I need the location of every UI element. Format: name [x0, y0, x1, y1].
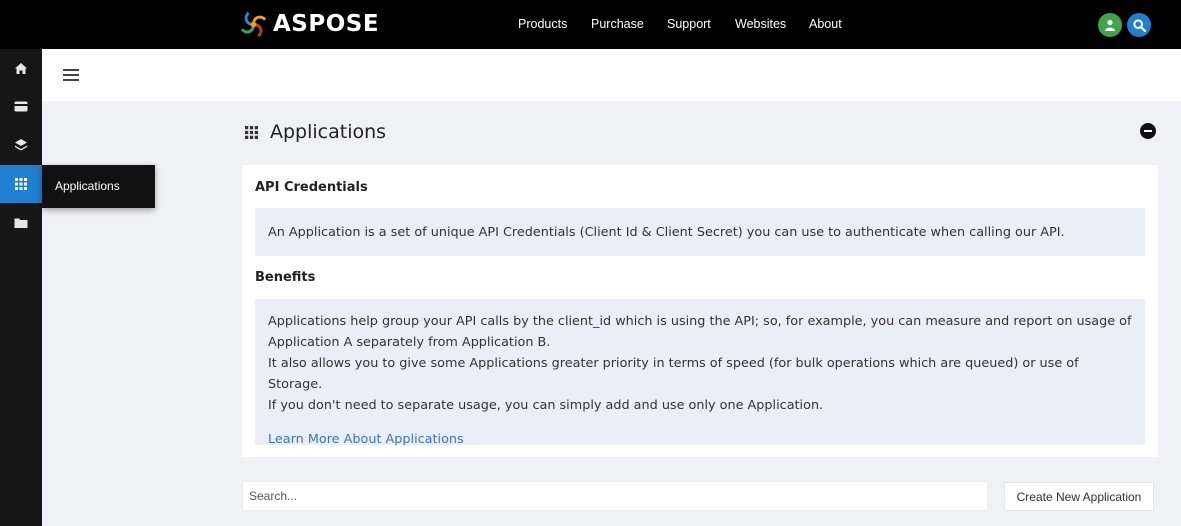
- benefits-line: If you don't need to separate usage, you…: [268, 398, 824, 413]
- benefits-heading: Benefits: [255, 270, 316, 285]
- collapse-minus-icon[interactable]: [1140, 123, 1156, 139]
- user-icon: [1105, 19, 1115, 31]
- nav-support[interactable]: Support: [667, 17, 711, 31]
- aspose-logo-icon: [240, 11, 267, 38]
- sidebar-item-billing[interactable]: [0, 87, 42, 125]
- credentials-info-box: An Application is a set of unique API Cr…: [255, 208, 1145, 256]
- nav-products[interactable]: Products: [518, 17, 567, 31]
- sidebar-item-layers[interactable]: [0, 126, 42, 164]
- nav-about[interactable]: About: [809, 17, 842, 31]
- grid-icon: [15, 178, 27, 190]
- sidebar-tooltip: Applications: [42, 165, 155, 208]
- page-heading: Applications: [245, 121, 386, 143]
- sidebar-item-files[interactable]: [0, 204, 42, 242]
- nav-websites[interactable]: Websites: [735, 17, 786, 31]
- credentials-heading: API Credentials: [255, 180, 368, 195]
- card-icon: [14, 101, 28, 111]
- credentials-text: An Application is a set of unique API Cr…: [268, 225, 1065, 240]
- learn-more-link[interactable]: Learn More About Applications: [268, 429, 464, 450]
- layers-icon: [15, 139, 27, 151]
- sidebar-item-home[interactable]: [0, 49, 42, 87]
- grid-icon: [245, 125, 258, 139]
- page-title: Applications: [270, 121, 387, 143]
- folder-icon: [14, 218, 28, 228]
- benefits-line: Applications help group your API calls b…: [268, 314, 1132, 350]
- user-button[interactable]: [1098, 13, 1122, 37]
- benefits-line: It also allows you to give some Applicat…: [268, 356, 1079, 392]
- benefits-info-box: Applications help group your API calls b…: [255, 299, 1145, 447]
- nav-purchase[interactable]: Purchase: [591, 17, 644, 31]
- search-icon: [1132, 18, 1146, 32]
- home-icon: [15, 62, 27, 74]
- top-navbar: ASPOSE Products Purchase Support Website…: [0, 0, 1181, 49]
- sub-header: [42, 49, 1181, 101]
- sidebar: [0, 49, 42, 526]
- search-button[interactable]: [1127, 13, 1151, 37]
- info-card: API Credentials An Application is a set …: [242, 165, 1158, 457]
- hamburger-menu-icon[interactable]: [63, 69, 79, 81]
- aspose-logo[interactable]: ASPOSE: [240, 11, 379, 38]
- create-application-button[interactable]: Create New Application: [1004, 482, 1154, 511]
- sidebar-item-applications[interactable]: [0, 165, 42, 203]
- search-input[interactable]: [242, 481, 988, 511]
- brand-name: ASPOSE: [273, 11, 380, 37]
